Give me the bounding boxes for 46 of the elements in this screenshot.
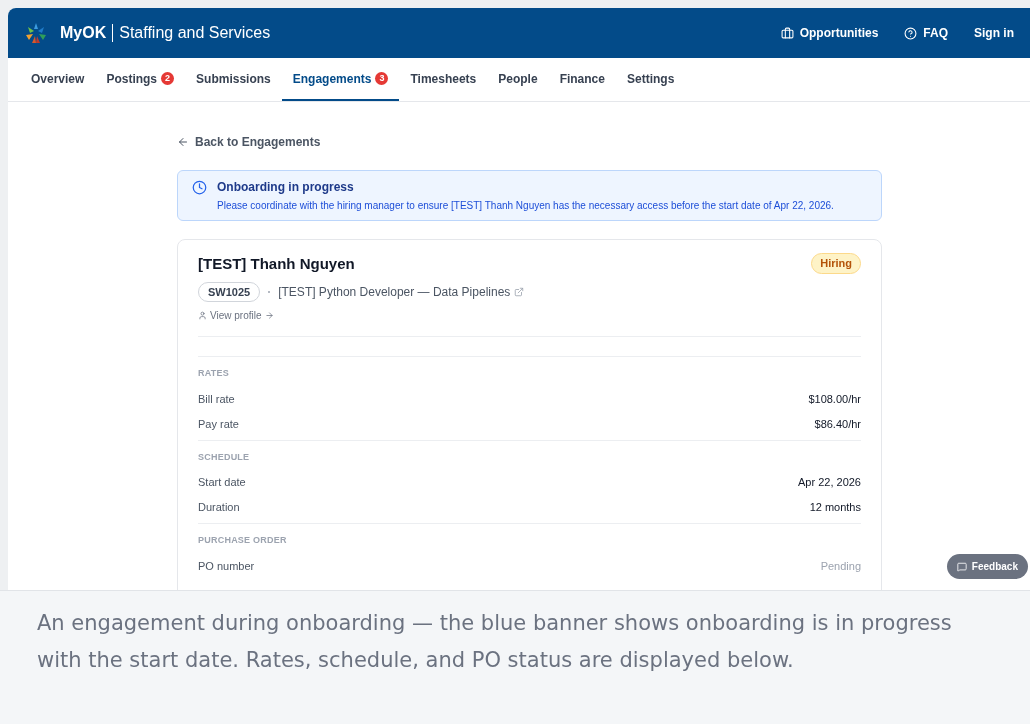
banner-title: Onboarding in progress	[217, 179, 355, 196]
nav-tab[interactable]: People	[487, 58, 549, 101]
feedback-button[interactable]: Feedback	[946, 554, 1028, 579]
nav-tab[interactable]: Postings 2	[95, 58, 186, 101]
section-heading: RATES	[198, 367, 230, 380]
nav-tab[interactable]: Submissions	[185, 58, 282, 101]
arrow-left-icon	[177, 136, 189, 148]
posting-link[interactable]: [TEST] Python Developer — Data Pipelines	[278, 282, 525, 301]
logo-icon	[24, 21, 48, 45]
status-badge: Hiring	[811, 253, 861, 274]
external-link-icon	[514, 286, 525, 297]
field-label: Start date	[198, 475, 246, 491]
nav-tab[interactable]: Settings	[616, 58, 686, 101]
back-link[interactable]: Back to Engagements	[177, 133, 882, 151]
section-heading: PURCHASE ORDER	[198, 534, 288, 547]
product-name: Staffing and Services	[119, 23, 271, 43]
nav-link[interactable]: FAQ	[904, 24, 948, 42]
field-label: PO number	[198, 558, 255, 574]
field-label: Bill rate	[198, 391, 235, 407]
field-label: Pay rate	[198, 416, 239, 432]
arrow-right-icon	[264, 311, 274, 320]
field-value: $108.00/hr	[808, 391, 861, 407]
field-value: $86.40/hr	[814, 416, 861, 432]
clock-icon	[192, 180, 207, 195]
nav-tab[interactable]: Finance	[548, 58, 616, 101]
field-value: 12 months	[809, 500, 861, 516]
count-badge: 3	[375, 72, 389, 85]
sign-in-link[interactable]: Sign in	[974, 24, 1014, 42]
field-label: Duration	[198, 500, 240, 516]
nav-link[interactable]: Opportunities	[780, 24, 879, 42]
section-heading: SCHEDULE	[198, 450, 251, 464]
chat-icon	[956, 561, 967, 572]
nav-tab[interactable]: Overview	[20, 58, 96, 101]
field-value: Apr 22, 2026	[798, 475, 861, 491]
briefcase-icon	[780, 26, 794, 40]
brand-name: MyOK	[60, 23, 107, 43]
help-icon	[904, 26, 918, 40]
nav-tab[interactable]: Timesheets	[399, 58, 488, 101]
count-badge: 2	[161, 72, 175, 85]
user-icon	[198, 311, 207, 320]
engagement-name: [TEST] Thanh Nguyen	[198, 254, 355, 274]
field-value: Pending	[820, 558, 861, 574]
view-profile-link[interactable]: View profile	[198, 308, 861, 323]
caption-text: An engagement during onboarding — the blue banner shows onboarding is in progress with the start date. Rates, schedule, and PO status are displayed below.	[37, 610, 953, 674]
nav-tab[interactable]: Engagements 3	[281, 58, 400, 101]
banner-message: Please coordinate with the hiring manager to ensure [TEST] Thanh Nguyen has the necessary access before the start date of Apr 22, 2026.	[217, 199, 834, 213]
